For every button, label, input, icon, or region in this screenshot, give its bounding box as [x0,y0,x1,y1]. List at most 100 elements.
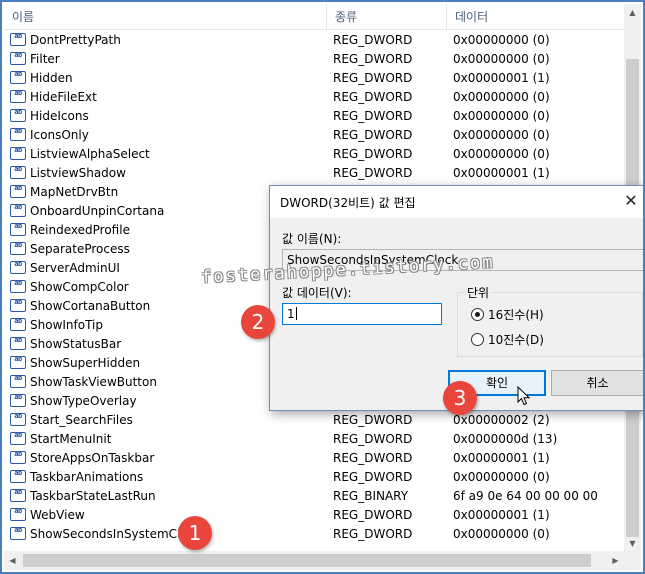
value-data-cell: 0x00000000 (0) [453,128,550,142]
registry-value-row[interactable]: ab StoreAppsOnTaskbar REG_DWORD 0x00000001 … [4,449,624,468]
value-name-text: ListviewShadow [30,166,126,180]
value-type-cell: REG_DWORD [333,527,413,541]
registry-value-icon-glyph: ab [14,185,22,192]
registry-value-icon: ab [10,356,26,369]
value-name-text: ShowInfoTip [30,318,104,332]
scroll-down-arrow-icon[interactable]: ▼ [624,535,641,552]
registry-value-icon: ab [10,52,26,65]
registry-value-row[interactable]: ab Hidden REG_DWORD 0x00000001 (1) [4,69,624,88]
registry-value-row[interactable]: ab Filter REG_DWORD 0x00000000 (0) [4,50,624,69]
registry-value-row[interactable]: ab WebView REG_DWORD 0x00000001 (1) [4,506,624,525]
value-type-cell: REG_DWORD [333,52,413,66]
registry-value-icon-glyph: ab [14,147,22,154]
value-data-cell: 0x00000000 (0) [453,147,550,161]
value-name-text: WebView [30,508,85,522]
value-data-field[interactable]: 1 [282,303,442,325]
value-type-cell: REG_DWORD [333,413,413,427]
value-name-cell: ab ListviewShadow [10,164,326,183]
scroll-left-arrow-icon[interactable]: ◀ [4,551,21,570]
value-type-cell: REG_DWORD [333,71,413,85]
registry-value-icon: ab [10,413,26,426]
registry-value-icon-glyph: ab [14,90,22,97]
dialog-title: DWORD(32비트) 값 편집 [280,196,416,210]
registry-value-icon: ab [10,394,26,407]
value-type-cell: REG_DWORD [333,33,413,47]
registry-value-icon: ab [10,375,26,388]
value-name-cell: ab StartMenuInit [10,430,326,449]
value-type-cell: REG_DWORD [333,470,413,484]
registry-value-icon: ab [10,489,26,502]
registry-value-icon-glyph: ab [14,71,22,78]
registry-value-icon-glyph: ab [14,470,22,477]
registry-editor-window: 이름 종류 데이터 ab DontPrettyPath REG_DWORD 0x000… [0,0,645,574]
value-data-cell: 0x00000001 (1) [453,451,550,465]
value-data-cell: 0x00000000 (0) [453,470,550,484]
column-header-type[interactable]: 종류 [326,4,444,30]
horizontal-scroll-thumb[interactable] [23,554,591,567]
registry-value-icon: ab [10,166,26,179]
registry-value-icon-glyph: ab [14,375,22,382]
value-type-cell: REG_DWORD [333,147,413,161]
registry-value-row[interactable]: ab ListviewAlphaSelect REG_DWORD 0x00000000… [4,145,624,164]
value-name-text: ShowTaskViewButton [30,375,157,389]
value-name-text: Hidden [30,71,73,85]
horizontal-scrollbar[interactable]: ◀ ▶ [4,551,624,570]
registry-value-row[interactable]: ab HideFileExt REG_DWORD 0x00000000 (0) [4,88,624,107]
value-name-text: ShowStatusBar [30,337,122,351]
registry-value-row[interactable]: ab Start_SearchFiles REG_DWORD 0x00000002 (… [4,411,624,430]
registry-value-icon-glyph: ab [14,242,22,249]
registry-value-icon-glyph: ab [14,128,22,135]
close-icon[interactable]: ✕ [616,186,643,216]
scroll-right-arrow-icon[interactable]: ▶ [607,551,624,570]
value-type-cell: REG_DWORD [333,109,413,123]
value-name-cell: ab ListviewAlphaSelect [10,145,326,164]
column-header-name[interactable]: 이름 [4,4,324,30]
value-data-text: 1 [287,307,295,321]
value-name-cell: ab StoreAppsOnTaskbar [10,449,326,468]
value-type-cell: REG_BINARY [333,489,409,503]
registry-value-icon: ab [10,90,26,103]
value-name-text: ShowSecondsInSystemClock [30,527,202,541]
registry-value-row[interactable]: ab StartMenuInit REG_DWORD 0x0000000d (13) [4,430,624,449]
registry-value-row[interactable]: ab HideIcons REG_DWORD 0x00000000 (0) [4,107,624,126]
value-name-cell: ab HideFileExt [10,88,326,107]
value-data-cell: 0x00000000 (0) [453,109,550,123]
registry-value-icon-glyph: ab [14,33,22,40]
registry-value-icon: ab [10,223,26,236]
value-name-text: StoreAppsOnTaskbar [30,451,155,465]
value-name-text: OnboardUnpinCortana [30,204,165,218]
value-name-text: ShowCompColor [30,280,129,294]
registry-value-icon: ab [10,71,26,84]
registry-value-row[interactable]: ab ListviewShadow REG_DWORD 0x00000001 (1) [4,164,624,183]
registry-value-icon: ab [10,527,26,540]
registry-value-row[interactable]: ab DontPrettyPath REG_DWORD 0x00000000 (0) [4,31,624,50]
value-data-cell: 0x00000000 (0) [453,90,550,104]
registry-value-icon: ab [10,147,26,160]
value-type-cell: REG_DWORD [333,90,413,104]
value-data-cell: 0x00000001 (1) [453,71,550,85]
value-name-cell: ab Hidden [10,69,326,88]
registry-value-row[interactable]: ab TaskbarAnimations REG_DWORD 0x00000000 (… [4,468,624,487]
registry-value-icon: ab [10,128,26,141]
radio-dec-label: 10진수(D) [488,333,544,347]
registry-value-icon: ab [10,299,26,312]
value-name-cell: ab WebView [10,506,326,525]
registry-value-icon: ab [10,432,26,445]
cancel-button[interactable]: 취소 [551,370,643,396]
value-name-text: Start_SearchFiles [30,413,133,427]
radio-decimal[interactable]: 10진수(D) [471,331,544,348]
registry-value-icon: ab [10,508,26,521]
radio-hexadecimal[interactable]: 16진수(H) [471,306,544,323]
registry-value-icon-glyph: ab [14,318,22,325]
value-name-text: Filter [30,52,60,66]
registry-value-row[interactable]: ab IconsOnly REG_DWORD 0x00000000 (0) [4,126,624,145]
column-header-data[interactable]: 데이터 [446,4,624,30]
registry-value-row[interactable]: ab TaskbarStateLastRun REG_BINARY 6f a9 0e … [4,487,624,506]
registry-value-icon: ab [10,280,26,293]
scroll-up-arrow-icon[interactable]: ▲ [624,4,641,21]
registry-value-icon-glyph: ab [14,527,22,534]
value-type-cell: REG_DWORD [333,508,413,522]
radio-selected-icon [471,308,484,321]
value-name-text: ShowTypeOverlay [30,394,137,408]
registry-value-row[interactable]: ab ShowSecondsInSystemClock REG_DWORD 0x000… [4,525,624,544]
